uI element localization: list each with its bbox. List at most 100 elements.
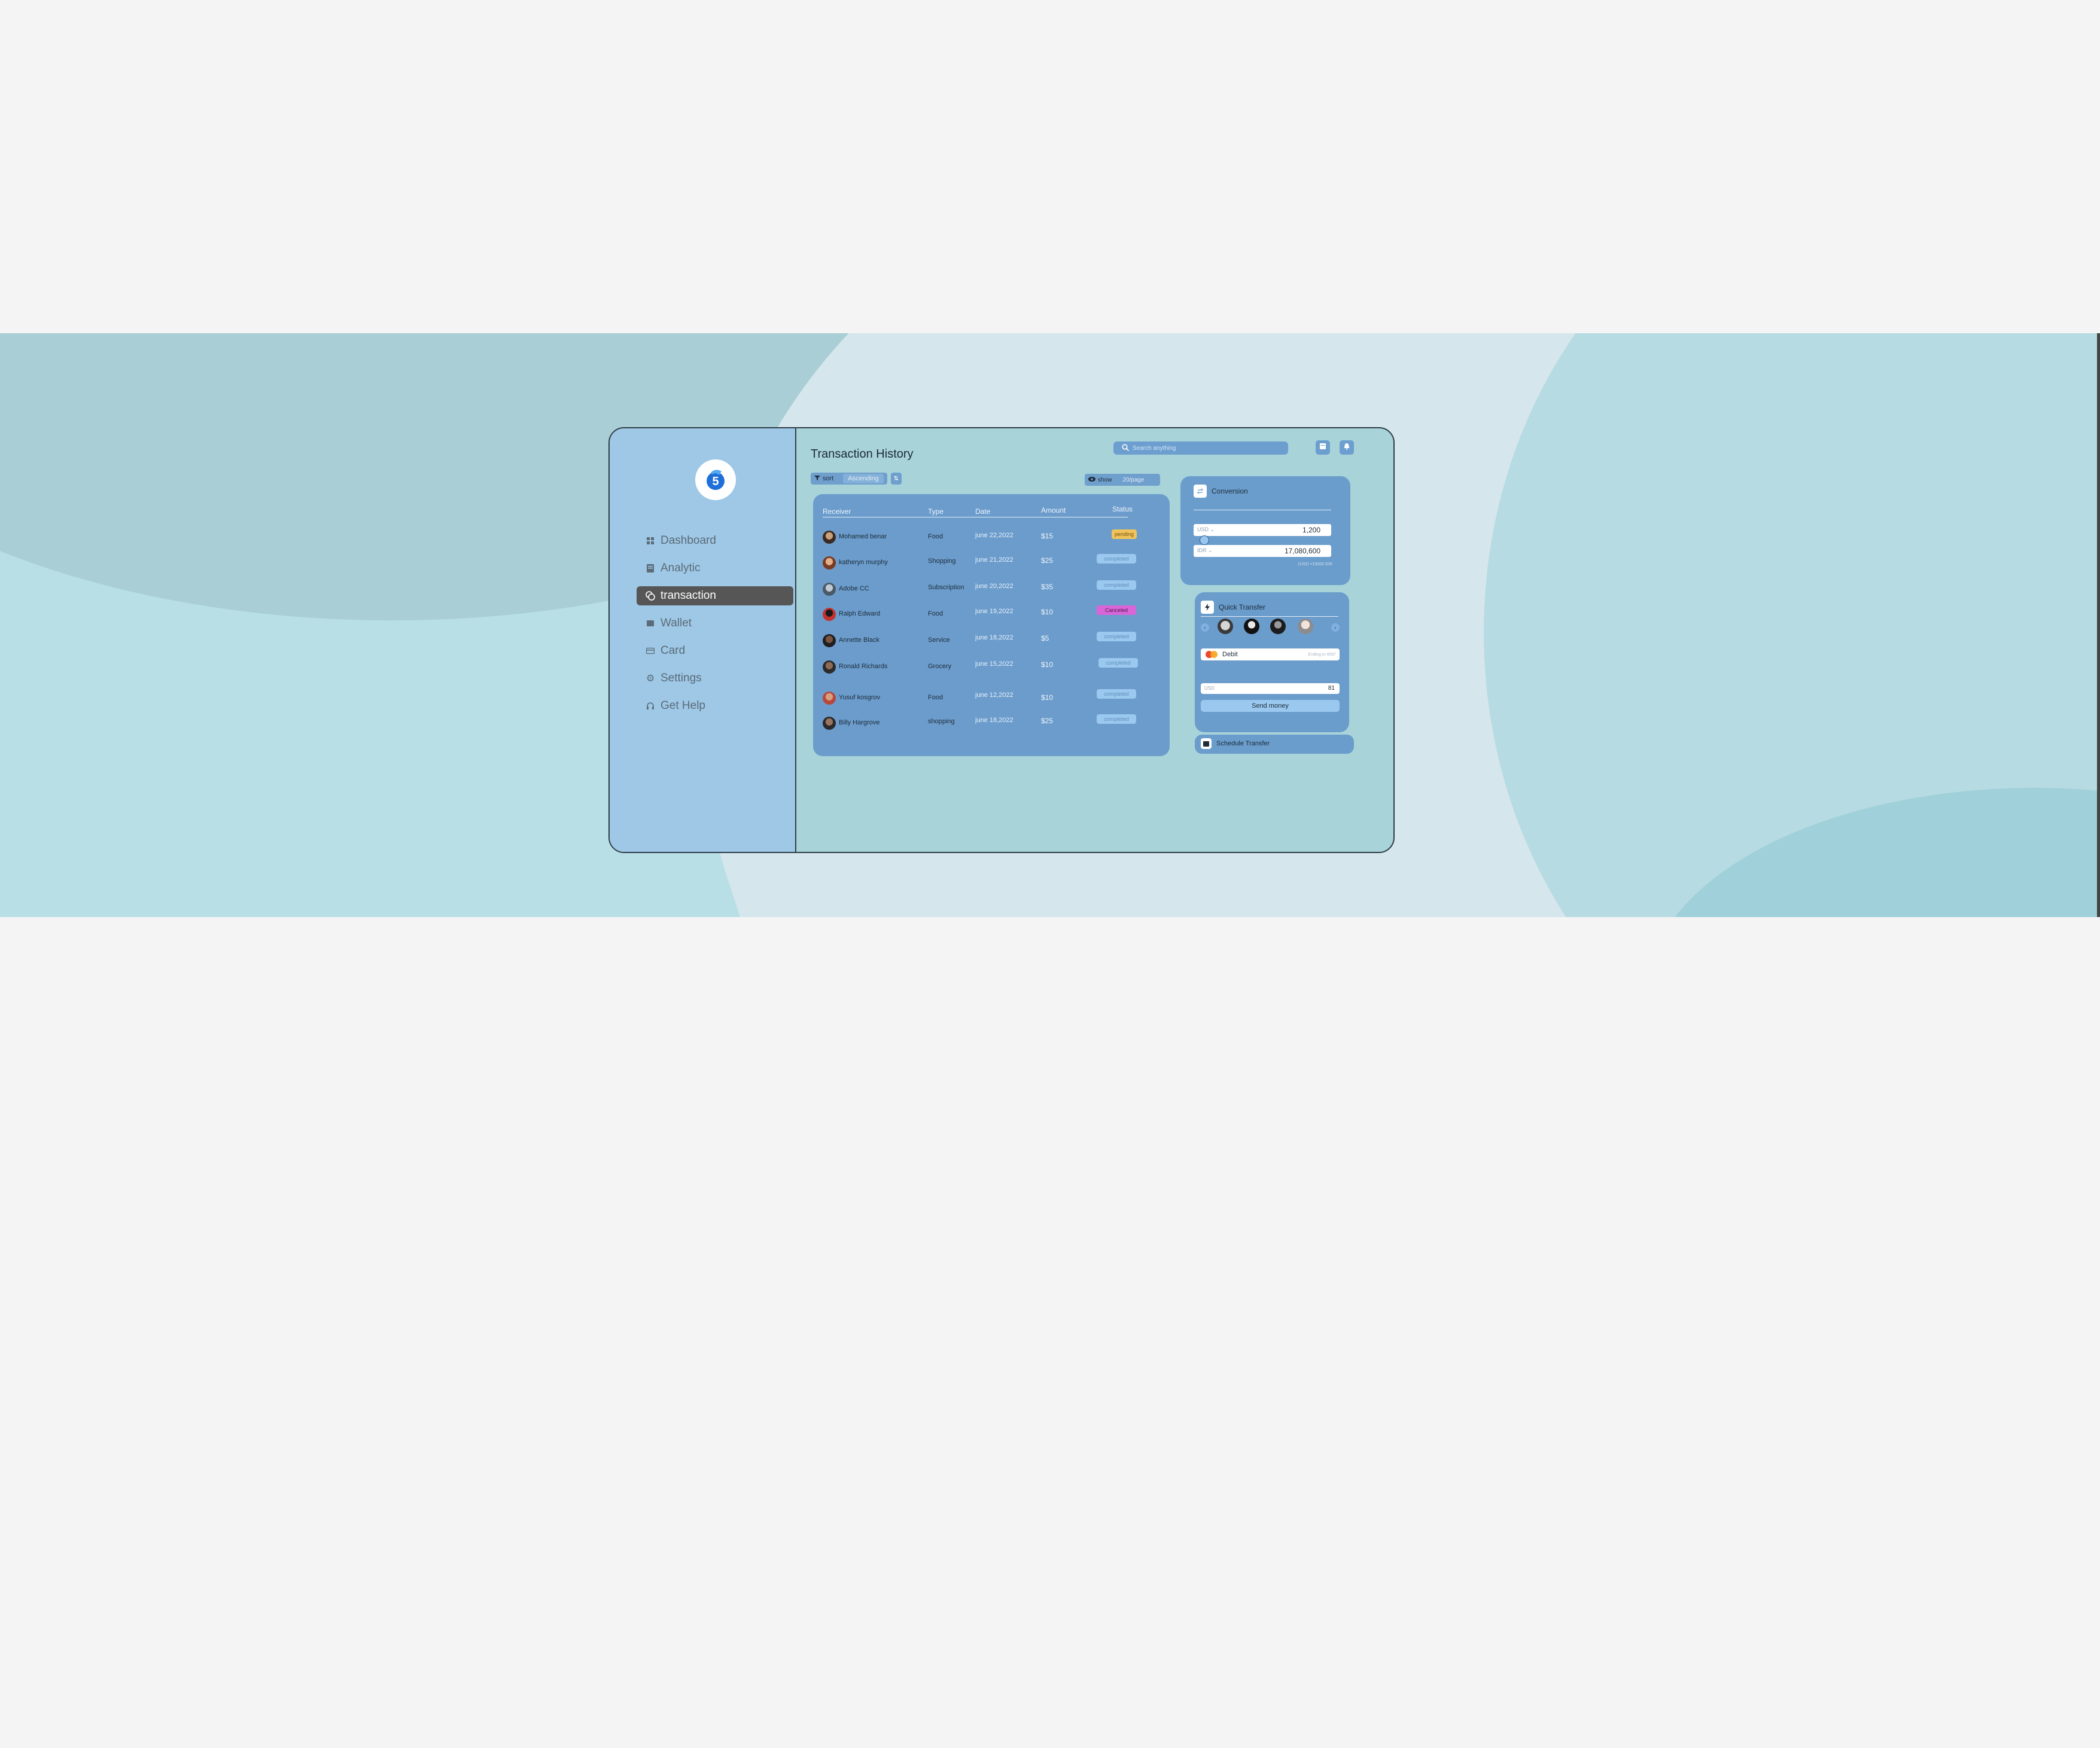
- quick-transfer-title: Quick Transfer: [1219, 603, 1266, 611]
- contact-avatar[interactable]: [1218, 619, 1233, 634]
- per-page-value: 20/page: [1122, 476, 1145, 483]
- sort-value: Ascending: [843, 474, 884, 483]
- sidebar-nav: Dashboard Analytic transaction Wallet Ca…: [637, 531, 793, 724]
- sort-arrows-icon: ⇅: [893, 475, 899, 482]
- filter-icon: [814, 475, 820, 483]
- column-header-amount: Amount: [1041, 506, 1066, 514]
- conversion-header: Conversion: [1194, 485, 1248, 498]
- transaction-type: Food: [928, 533, 944, 540]
- conversion-to-value: 17,080,600: [1284, 547, 1320, 555]
- table-row[interactable]: Adobe CC Subscription june 20,2022 $35 c…: [823, 580, 1158, 598]
- search-icon: [1122, 443, 1130, 453]
- sidebar-item-settings[interactable]: ⚙ Settings: [637, 669, 793, 688]
- transaction-type: shopping: [928, 718, 955, 725]
- bell-icon: [1343, 442, 1350, 453]
- sidebar-item-transaction[interactable]: transaction: [637, 586, 793, 605]
- contact-avatar[interactable]: [1270, 619, 1286, 634]
- gear-icon: ⚙: [646, 674, 655, 684]
- transaction-amount: $35: [1041, 583, 1054, 591]
- transaction-type: Grocery: [928, 663, 952, 670]
- notification-button[interactable]: [1340, 440, 1354, 455]
- table-row[interactable]: Billy Hargrove shopping june 18,2022 $25…: [823, 714, 1158, 732]
- currency-code: IDR: [1197, 547, 1207, 553]
- card-label: Debit: [1222, 651, 1238, 658]
- contact-avatar[interactable]: [1298, 619, 1313, 634]
- lightning-icon: [1201, 601, 1214, 614]
- sidebar-item-label: Settings: [661, 672, 702, 684]
- transaction-date: june 18,2022: [975, 717, 1014, 724]
- calendar-button[interactable]: [1316, 440, 1330, 455]
- table-row[interactable]: Ronald Richards Grocery june 15,2022 $10…: [823, 658, 1158, 676]
- table-row[interactable]: Annette Black Service june 18,2022 $5 co…: [823, 632, 1158, 650]
- sidebar-item-dashboard[interactable]: Dashboard: [637, 531, 793, 550]
- sidebar-item-analytic[interactable]: Analytic: [637, 559, 793, 578]
- avatar: [823, 634, 836, 647]
- conversion-to-input[interactable]: IDR ⌄ 17,080,600: [1194, 545, 1331, 557]
- transaction-amount: $25: [1041, 556, 1054, 565]
- sidebar-item-card[interactable]: Card: [637, 641, 793, 660]
- avatar: [823, 531, 836, 544]
- search-input[interactable]: Search anything: [1113, 441, 1288, 455]
- transaction-date: june 21,2022: [975, 556, 1014, 564]
- sidebar-item-wallet[interactable]: Wallet: [637, 614, 793, 633]
- transaction-amount: $25: [1041, 717, 1054, 725]
- transaction-date: june 20,2022: [975, 583, 1014, 590]
- chevron-right-icon[interactable]: ›: [1331, 623, 1340, 632]
- sidebar-item-label: Get Help: [661, 699, 705, 712]
- chevron-left-icon[interactable]: ‹: [1201, 623, 1209, 632]
- sidebar-item-label: Analytic: [661, 562, 701, 574]
- status-badge: completed: [1097, 714, 1136, 724]
- status-badge: completed: [1097, 689, 1136, 699]
- transactions-table: Receiver Type Date Amount Status Mohamed…: [813, 494, 1170, 756]
- page-size-select[interactable]: show 20/page: [1085, 474, 1160, 486]
- avatar: [823, 583, 836, 596]
- receiver-name: Billy Hargrove: [839, 719, 880, 726]
- mastercard-icon: [1204, 651, 1219, 658]
- avatar: [823, 556, 836, 570]
- table-row[interactable]: Ralph Edward Food june 19,2022 $10 Cance…: [823, 605, 1158, 623]
- avatar: [823, 608, 836, 621]
- swap-currency-button[interactable]: [1200, 535, 1209, 545]
- table-row[interactable]: katheryn murphy Shopping june 21,2022 $2…: [823, 554, 1158, 572]
- receiver-name: Annette Black: [839, 637, 879, 644]
- table-row[interactable]: Mohamed benar Food june 22,2022 $15 pend…: [823, 528, 1158, 546]
- sort-bar: sort Ascending ⇅: [811, 473, 902, 485]
- sidebar: 5 Dashboard Analytic transaction Wallet: [610, 428, 796, 852]
- send-money-button[interactable]: Send money: [1201, 700, 1340, 712]
- status-badge: pending: [1112, 529, 1137, 539]
- schedule-transfer-card[interactable]: Schedule Transfer: [1195, 735, 1354, 754]
- receiver-name: Mohamed benar: [839, 533, 887, 540]
- app-window: 5 Dashboard Analytic transaction Wallet: [608, 427, 1395, 853]
- sidebar-item-get-help[interactable]: Get Help: [637, 696, 793, 715]
- conversion-from-input[interactable]: USD ⌄ 1,200: [1194, 524, 1331, 536]
- table-header: Receiver Type Date Amount Status: [823, 503, 1133, 517]
- divider: [1201, 616, 1338, 617]
- card-select[interactable]: Debit Ending in 4567: [1201, 648, 1340, 660]
- calendar-icon: [1319, 442, 1326, 453]
- status-badge: completed: [1098, 658, 1138, 668]
- currency-select[interactable]: IDR ⌄: [1197, 547, 1213, 554]
- status-badge: completed: [1097, 580, 1136, 590]
- app-logo[interactable]: 5: [695, 459, 736, 500]
- amount-currency: USD: [1204, 686, 1215, 691]
- transaction-date: june 18,2022: [975, 634, 1014, 641]
- sidebar-item-label: Wallet: [661, 617, 692, 629]
- transaction-amount: $10: [1041, 608, 1054, 616]
- table-row[interactable]: Yusuf kosgrov Food june 12,2022 $10 comp…: [823, 689, 1158, 707]
- conversion-card: Conversion USD ⌄ 1,200 IDR ⌄ 17,080,600 …: [1180, 476, 1350, 585]
- contact-avatar[interactable]: [1244, 619, 1259, 634]
- transaction-date: june 22,2022: [975, 532, 1014, 539]
- transaction-amount: $15: [1041, 532, 1054, 540]
- main-content: Transaction History Search anything sort…: [796, 428, 1393, 852]
- currency-select[interactable]: USD ⌄: [1197, 526, 1215, 533]
- quick-transfer-header: Quick Transfer: [1201, 601, 1265, 614]
- receiver-name: katheryn murphy: [839, 559, 888, 566]
- transaction-date: june 15,2022: [975, 660, 1014, 668]
- amount-input[interactable]: USD 81: [1201, 683, 1340, 694]
- headset-icon: [645, 701, 656, 711]
- transaction-date: june 19,2022: [975, 608, 1014, 615]
- exchange-rate-note: 1USD =15000 IDR: [1297, 562, 1332, 567]
- sort-order-toggle[interactable]: ⇅: [890, 473, 902, 485]
- conversion-from-value: 1,200: [1302, 526, 1320, 534]
- sort-dropdown[interactable]: sort Ascending: [811, 473, 887, 485]
